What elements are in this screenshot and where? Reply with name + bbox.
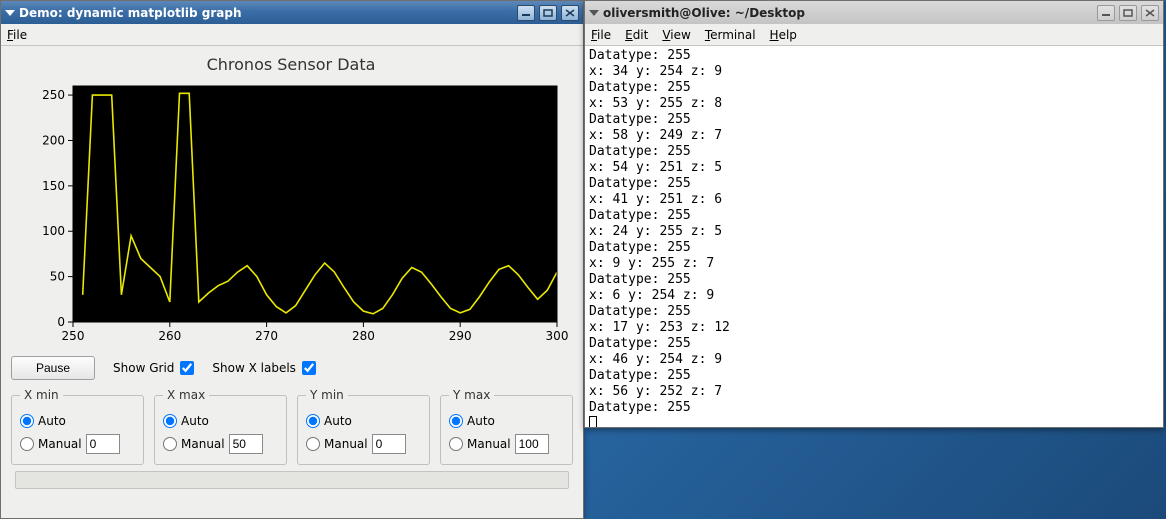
menu-edit[interactable]: Edit (625, 28, 648, 42)
window-menu-icon[interactable] (589, 10, 599, 16)
menu-file-label: ile (13, 28, 27, 42)
maximize-button[interactable] (1119, 5, 1137, 21)
terminal-output[interactable]: Datatype: 255 x: 34 y: 254 z: 9 Datatype… (585, 46, 1163, 427)
titlebar[interactable]: oliversmith@Olive: ~/Desktop (585, 1, 1163, 24)
minimize-button[interactable] (517, 5, 535, 21)
maximize-button[interactable] (539, 5, 557, 21)
svg-text:0: 0 (57, 315, 65, 329)
window-menu-icon[interactable] (5, 10, 15, 16)
terminal-cursor (589, 416, 597, 427)
xmin-fieldset: X min Auto Manual (11, 388, 144, 465)
ymin-auto-radio[interactable] (306, 414, 320, 428)
chart-svg: Chronos Sensor Data 0 50 100 150 200 250 250 260… (11, 52, 571, 352)
ymax-fieldset: Y max Auto Manual (440, 388, 573, 465)
ymax-legend: Y max (449, 388, 494, 402)
show-xlabels-label: Show X labels (212, 361, 296, 375)
menu-file[interactable]: File (7, 28, 27, 42)
menu-view[interactable]: View (662, 28, 690, 42)
xmin-auto-radio[interactable] (20, 414, 34, 428)
ymin-fieldset: Y min Auto Manual (297, 388, 430, 465)
chart-canvas: Chronos Sensor Data 0 50 100 150 200 250 250 260… (11, 52, 573, 352)
close-icon (565, 9, 575, 17)
svg-text:250: 250 (42, 88, 65, 102)
ymin-legend: Y min (306, 388, 348, 402)
minimize-icon (521, 9, 531, 17)
svg-text:290: 290 (449, 329, 472, 343)
minimize-button[interactable] (1097, 5, 1115, 21)
maximize-icon (1123, 9, 1133, 17)
ymax-auto-label: Auto (467, 414, 495, 428)
menu-help[interactable]: Help (770, 28, 797, 42)
axis-fieldsets: X min Auto Manual X max Auto Manual Y mi… (11, 388, 573, 465)
ymax-value-input[interactable] (515, 434, 549, 454)
svg-text:150: 150 (42, 179, 65, 193)
window-title: Demo: dynamic matplotlib graph (19, 6, 513, 20)
xmax-auto-radio[interactable] (163, 414, 177, 428)
xmax-legend: X max (163, 388, 209, 402)
xmin-value-input[interactable] (86, 434, 120, 454)
ymin-auto-label: Auto (324, 414, 352, 428)
ymin-manual-label: Manual (324, 437, 368, 451)
xmin-legend: X min (20, 388, 63, 402)
xmax-value-input[interactable] (229, 434, 263, 454)
statusbar (15, 471, 569, 489)
maximize-icon (543, 9, 553, 17)
svg-text:260: 260 (158, 329, 181, 343)
show-xlabels-checkbox[interactable]: Show X labels (212, 361, 316, 375)
xmin-manual-radio[interactable] (20, 437, 34, 451)
controls-row: Pause Show Grid Show X labels (11, 352, 573, 388)
xmax-manual-radio[interactable] (163, 437, 177, 451)
show-grid-label: Show Grid (113, 361, 174, 375)
svg-text:200: 200 (42, 133, 65, 147)
svg-text:100: 100 (42, 224, 65, 238)
titlebar[interactable]: Demo: dynamic matplotlib graph (1, 1, 583, 24)
minimize-icon (1101, 9, 1111, 17)
menu-terminal[interactable]: Terminal (705, 28, 756, 42)
close-button[interactable] (561, 5, 579, 21)
svg-text:250: 250 (62, 329, 85, 343)
xmin-auto-label: Auto (38, 414, 66, 428)
close-icon (1145, 9, 1155, 17)
pause-button[interactable]: Pause (11, 356, 95, 380)
svg-text:270: 270 (255, 329, 278, 343)
menu-file[interactable]: File (591, 28, 611, 42)
close-button[interactable] (1141, 5, 1159, 21)
show-grid-checkbox[interactable]: Show Grid (113, 361, 194, 375)
ymax-manual-radio[interactable] (449, 437, 463, 451)
xmax-fieldset: X max Auto Manual (154, 388, 287, 465)
svg-text:Chronos Sensor Data: Chronos Sensor Data (207, 55, 376, 74)
xmax-auto-label: Auto (181, 414, 209, 428)
plot-body: Chronos Sensor Data 0 50 100 150 200 250 250 260… (1, 46, 583, 518)
svg-text:300: 300 (546, 329, 569, 343)
xmin-manual-label: Manual (38, 437, 82, 451)
ymin-manual-radio[interactable] (306, 437, 320, 451)
menubar: File Edit View Terminal Help (585, 24, 1163, 46)
ymin-value-input[interactable] (372, 434, 406, 454)
ymax-auto-radio[interactable] (449, 414, 463, 428)
menubar: File (1, 24, 583, 46)
svg-text:280: 280 (352, 329, 375, 343)
show-xlabels-input[interactable] (302, 361, 316, 375)
ymax-manual-label: Manual (467, 437, 511, 451)
svg-text:50: 50 (50, 270, 65, 284)
show-grid-input[interactable] (180, 361, 194, 375)
xmax-manual-label: Manual (181, 437, 225, 451)
terminal-window: oliversmith@Olive: ~/Desktop File Edit V… (584, 0, 1164, 428)
window-title: oliversmith@Olive: ~/Desktop (603, 6, 1093, 20)
plot-window: Demo: dynamic matplotlib graph File Chro… (0, 0, 584, 519)
